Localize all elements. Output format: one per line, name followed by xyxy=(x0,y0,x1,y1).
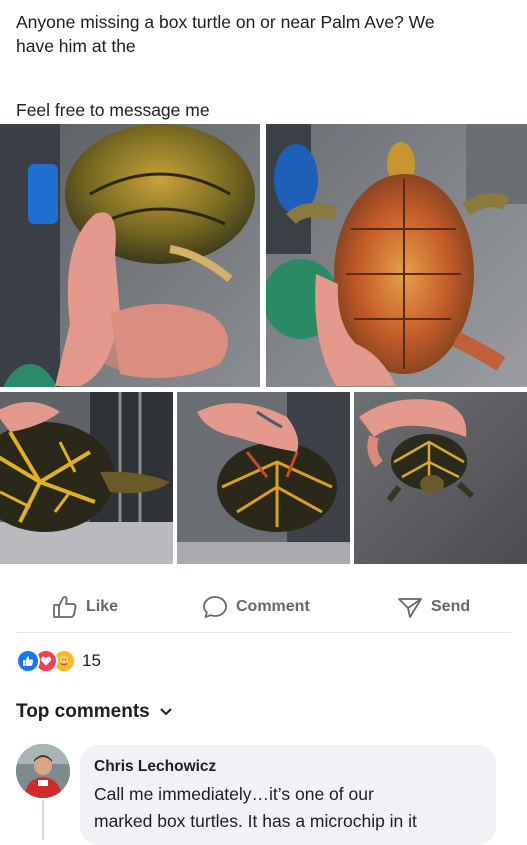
top-comments-heading: Top comments xyxy=(16,701,150,722)
reaction-count: 15 xyxy=(82,651,101,670)
comment-text-line-2: marked box turtles. It has a microchip i… xyxy=(94,811,417,831)
post-text-line-3: Feel free to message me xyxy=(16,100,210,120)
like-label: Like xyxy=(86,598,119,615)
comment-label: Comment xyxy=(236,598,310,615)
comment-button[interactable]: Comment xyxy=(202,588,310,626)
comment-text: Call me immediately…it’s one of our mark… xyxy=(94,781,494,835)
send-label: Send xyxy=(431,598,471,615)
top-comments-sort-button[interactable]: Top comments xyxy=(16,701,172,723)
speech-bubble-icon xyxy=(203,596,227,618)
turtle-photo-shell-side[interactable] xyxy=(0,392,173,564)
post-text-line-2: have him at the xyxy=(16,36,136,56)
turtle-photo-underside-held[interactable] xyxy=(0,124,260,387)
post-action-bar: Like Comment Send xyxy=(0,588,527,626)
turtle-photo-plastron-held-up[interactable] xyxy=(266,124,527,387)
thumbs-up-icon xyxy=(53,596,77,618)
paper-plane-icon xyxy=(398,598,422,618)
comment-author[interactable]: Chris Lechowicz xyxy=(94,758,216,776)
comment-text-line-1: Call me immediately…it’s one of our xyxy=(94,784,374,804)
post-text-line-1: Anyone missing a box turtle on or near P… xyxy=(16,12,435,32)
chevron-down-icon xyxy=(160,708,172,716)
divider xyxy=(16,632,511,633)
turtle-photo-on-table[interactable] xyxy=(354,392,527,564)
like-button[interactable]: Like xyxy=(52,588,118,626)
comment-bubble[interactable]: Chris Lechowicz Call me immediately…it’s… xyxy=(80,745,496,845)
comment-thread-line xyxy=(42,800,44,840)
post-text: Anyone missing a box turtle on or near P… xyxy=(16,10,511,122)
turtle-photo-shell-held[interactable] xyxy=(177,392,350,564)
commenter-avatar[interactable] xyxy=(16,744,70,798)
send-button[interactable]: Send xyxy=(397,588,470,626)
reaction-summary[interactable]: 15 xyxy=(16,648,101,674)
like-reaction-icon xyxy=(16,649,40,673)
